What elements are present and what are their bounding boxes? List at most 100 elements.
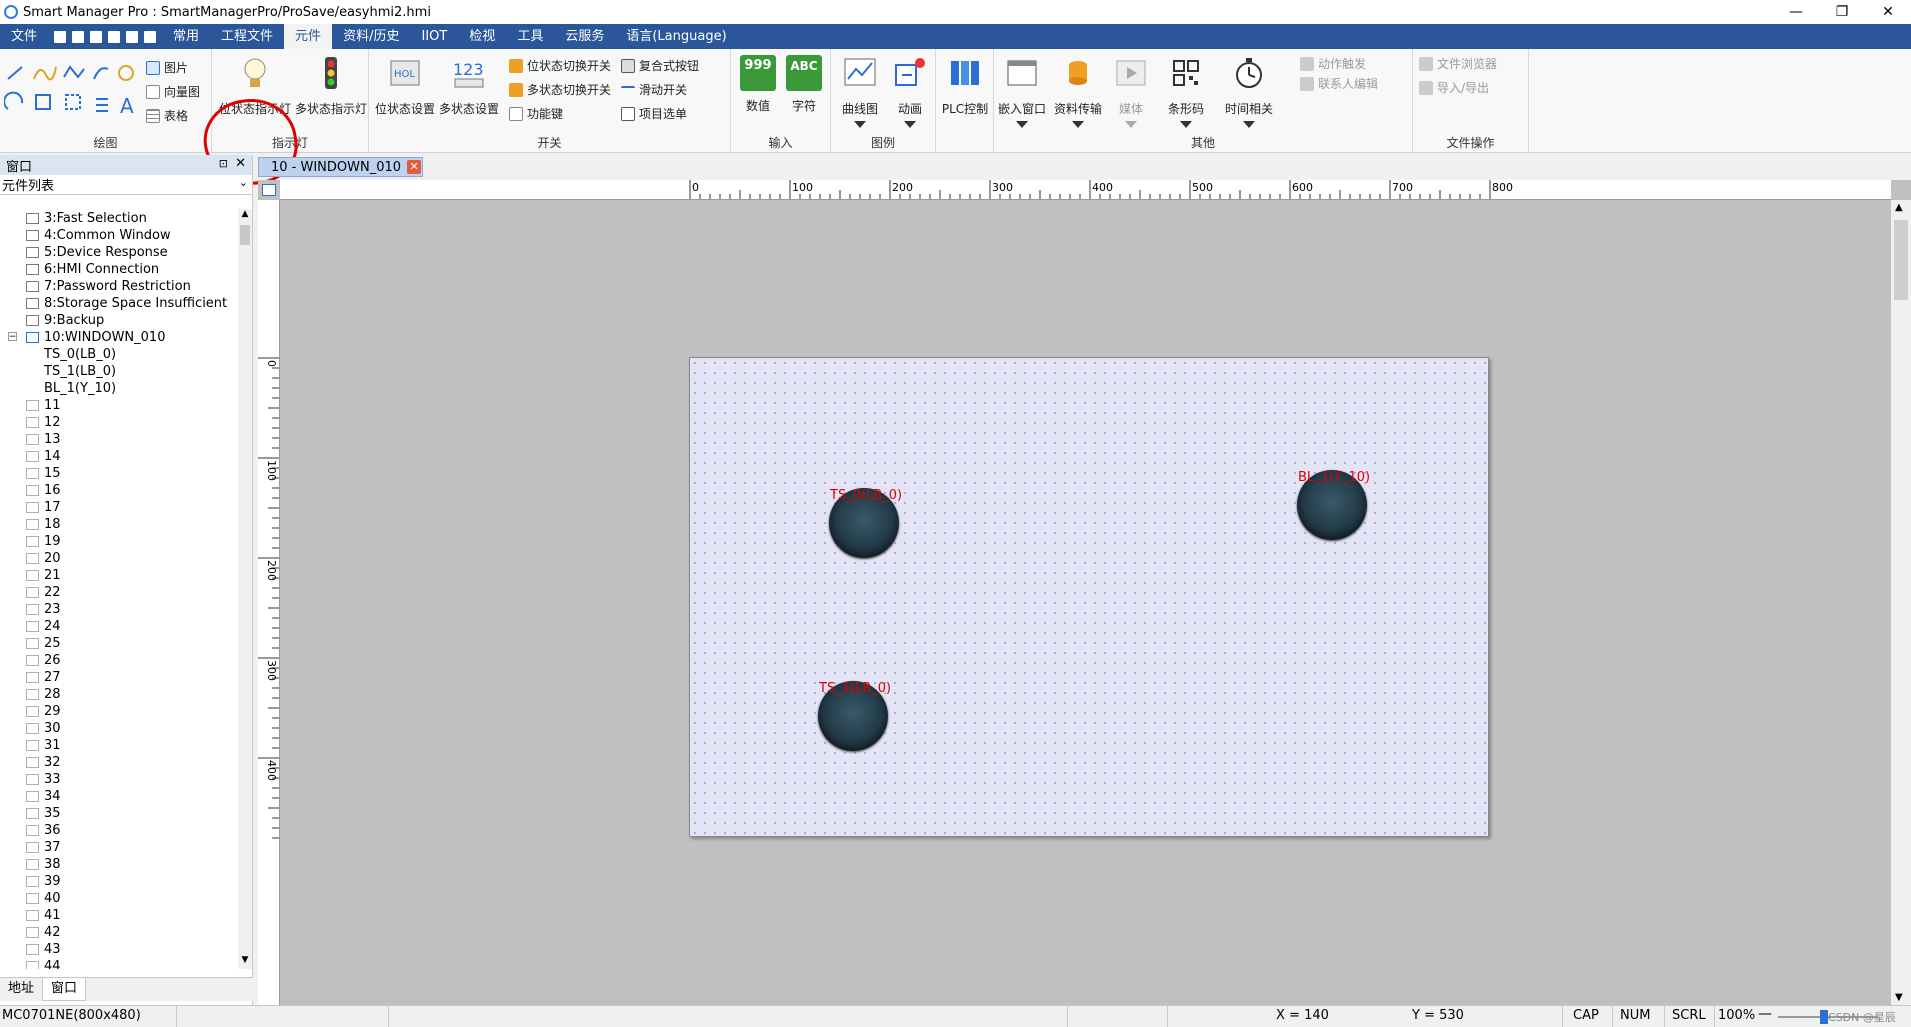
tree-item[interactable]: 3:Fast Selection xyxy=(26,210,147,227)
menu-elements[interactable]: 元件 xyxy=(284,24,333,49)
collapse-icon[interactable]: − xyxy=(8,332,17,342)
barcode-dropdown-icon[interactable] xyxy=(1180,121,1192,128)
tree-item[interactable]: 39 xyxy=(26,873,61,890)
tree-item[interactable]: 14 xyxy=(26,448,61,465)
multi-toggle-switch-button[interactable]: 多状态切换开关 xyxy=(509,81,611,98)
tree-item[interactable]: 5:Device Response xyxy=(26,244,168,261)
menu-data-history[interactable]: 资料/历史 xyxy=(332,24,410,49)
tree-item[interactable]: 29 xyxy=(26,703,61,720)
tree-item[interactable]: 40 xyxy=(26,890,61,907)
tree-item[interactable]: 38 xyxy=(26,856,61,873)
curve-chart-dropdown-icon[interactable] xyxy=(854,121,866,128)
embed-window-button[interactable]: 嵌入窗口 xyxy=(994,55,1050,128)
close-tab-icon[interactable]: ✕ xyxy=(407,160,422,174)
tree-item[interactable]: 41 xyxy=(26,907,61,924)
media-dropdown-icon[interactable] xyxy=(1125,121,1137,128)
tree-item[interactable]: 17 xyxy=(26,499,61,516)
menu-file[interactable]: 文件 xyxy=(0,24,48,49)
data-transfer-dropdown-icon[interactable] xyxy=(1072,121,1084,128)
tree-item[interactable]: 26 xyxy=(26,652,61,669)
tree-item[interactable]: 16 xyxy=(26,482,61,499)
new-icon[interactable] xyxy=(90,30,103,43)
tree-item[interactable]: 12 xyxy=(26,414,61,431)
tree-item[interactable]: 42 xyxy=(26,924,61,941)
zoom-out-icon[interactable]: — xyxy=(1758,1006,1772,1022)
bit-toggle-switch-button[interactable]: 位状态切换开关 xyxy=(509,57,611,74)
element-list-select[interactable]: 元件列表 ⌄ xyxy=(0,175,252,195)
chevron-down-icon[interactable]: ⌄ xyxy=(239,176,248,189)
draw-tools-icon[interactable]: A xyxy=(4,63,134,117)
tree-item[interactable]: 23 xyxy=(26,601,61,618)
zoom-slider-thumb[interactable] xyxy=(1820,1010,1828,1024)
vector-button[interactable]: 向量图 xyxy=(146,83,200,100)
multi-set-button[interactable]: 123 多状态设置 xyxy=(437,55,501,117)
menu-iiot[interactable]: IIOT xyxy=(410,24,458,49)
tree-item[interactable]: 30 xyxy=(26,720,61,737)
character-button[interactable]: ABC 字符 xyxy=(781,55,827,114)
tree-item[interactable]: 13 xyxy=(26,431,61,448)
tree-item[interactable]: 44 xyxy=(26,958,61,969)
media-button[interactable]: 媒体 xyxy=(1106,55,1156,128)
tree-item[interactable]: 19 xyxy=(26,533,61,550)
tree-item[interactable]: 43 xyxy=(26,941,61,958)
animation-dropdown-icon[interactable] xyxy=(904,121,916,128)
tree-item[interactable]: 35 xyxy=(26,805,61,822)
canvas-scroll-thumb[interactable] xyxy=(1894,220,1908,300)
tree-item[interactable]: 31 xyxy=(26,737,61,754)
tree-item[interactable]: TS_0(LB_0) xyxy=(44,346,116,363)
tree-item[interactable]: 7:Password Restriction xyxy=(26,278,191,295)
maximize-button[interactable]: ❐ xyxy=(1819,0,1865,24)
menu-common[interactable]: 常用 xyxy=(162,24,210,49)
function-key-button[interactable]: 功能键 xyxy=(509,105,563,122)
tree-item[interactable]: 22 xyxy=(26,584,61,601)
slide-switch-button[interactable]: 滑动开关 xyxy=(621,81,687,98)
plc-control-button[interactable]: PLC控制 xyxy=(938,55,992,117)
import-export-button[interactable]: 导入/导出 xyxy=(1419,79,1489,96)
tree-item[interactable]: 18 xyxy=(26,516,61,533)
item-menu-button[interactable]: 项目选单 xyxy=(621,105,687,122)
hmi-canvas[interactable]: TS_0(LB_0) BL_1(Y_10) TS_1(LB_0) xyxy=(689,357,1489,837)
tree-item[interactable]: 33 xyxy=(26,771,61,788)
save-icon[interactable] xyxy=(54,30,67,43)
tree-item[interactable]: 4:Common Window xyxy=(26,227,171,244)
scroll-up-icon[interactable]: ▲ xyxy=(238,209,252,223)
pin-icon[interactable]: ⊡ xyxy=(219,157,228,170)
tree-item[interactable]: 11 xyxy=(26,397,61,414)
menu-view[interactable]: 检视 xyxy=(458,24,506,49)
time-related-dropdown-icon[interactable] xyxy=(1243,121,1255,128)
tree-item[interactable]: 25 xyxy=(26,635,61,652)
animation-button[interactable]: 动画 xyxy=(885,55,935,128)
close-button[interactable]: ✕ xyxy=(1865,0,1911,24)
tree-scrollbar[interactable]: ▲ ▼ xyxy=(238,209,252,969)
panel-close-icon[interactable]: ✕ xyxy=(235,156,246,171)
document-tab[interactable]: 10 - WINDOWN_010 ✕ xyxy=(258,157,423,177)
tree-item[interactable]: 24 xyxy=(26,618,61,635)
embed-window-dropdown-icon[interactable] xyxy=(1016,121,1028,128)
curve-chart-button[interactable]: 曲线图 xyxy=(835,55,885,128)
file-browser-button[interactable]: 文件浏览器 xyxy=(1419,55,1497,72)
menu-language[interactable]: 语言(Language) xyxy=(615,24,737,49)
scroll-down-icon[interactable]: ▼ xyxy=(238,955,252,969)
multi-indicator-button[interactable]: 多状态指示灯 xyxy=(294,55,368,117)
scroll-thumb[interactable] xyxy=(240,225,250,245)
tree-item[interactable]: TS_1(LB_0) xyxy=(44,363,116,380)
canvas-scroll-up-icon[interactable]: ▲ xyxy=(1895,202,1903,213)
tree-item[interactable]: 32 xyxy=(26,754,61,771)
contact-edit-button[interactable]: 联系人编辑 xyxy=(1300,75,1378,92)
tree-item[interactable]: 6:HMI Connection xyxy=(26,261,159,278)
canvas-scrollbar[interactable]: ▲ ▼ xyxy=(1891,200,1911,1005)
ruler-corner-icon[interactable] xyxy=(262,184,276,196)
tree-item[interactable]: 21 xyxy=(26,567,61,584)
numeric-button[interactable]: 999 数值 xyxy=(735,55,781,114)
menu-project[interactable]: 工程文件 xyxy=(210,24,284,49)
tree-item[interactable]: 27 xyxy=(26,669,61,686)
tree-item[interactable]: BL_1(Y_10) xyxy=(44,380,116,397)
menu-cloud[interactable]: 云服务 xyxy=(554,24,615,49)
tree-item[interactable]: 9:Backup xyxy=(26,312,104,329)
tab-window[interactable]: 窗口 xyxy=(42,978,87,1001)
compile-icon[interactable] xyxy=(144,30,157,43)
tree-item[interactable]: 20 xyxy=(26,550,61,567)
bit-set-button[interactable]: HOL 位状态设置 xyxy=(373,55,437,117)
data-transfer-button[interactable]: 资料传输 xyxy=(1050,55,1106,128)
table-button[interactable]: 表格 xyxy=(146,107,188,124)
